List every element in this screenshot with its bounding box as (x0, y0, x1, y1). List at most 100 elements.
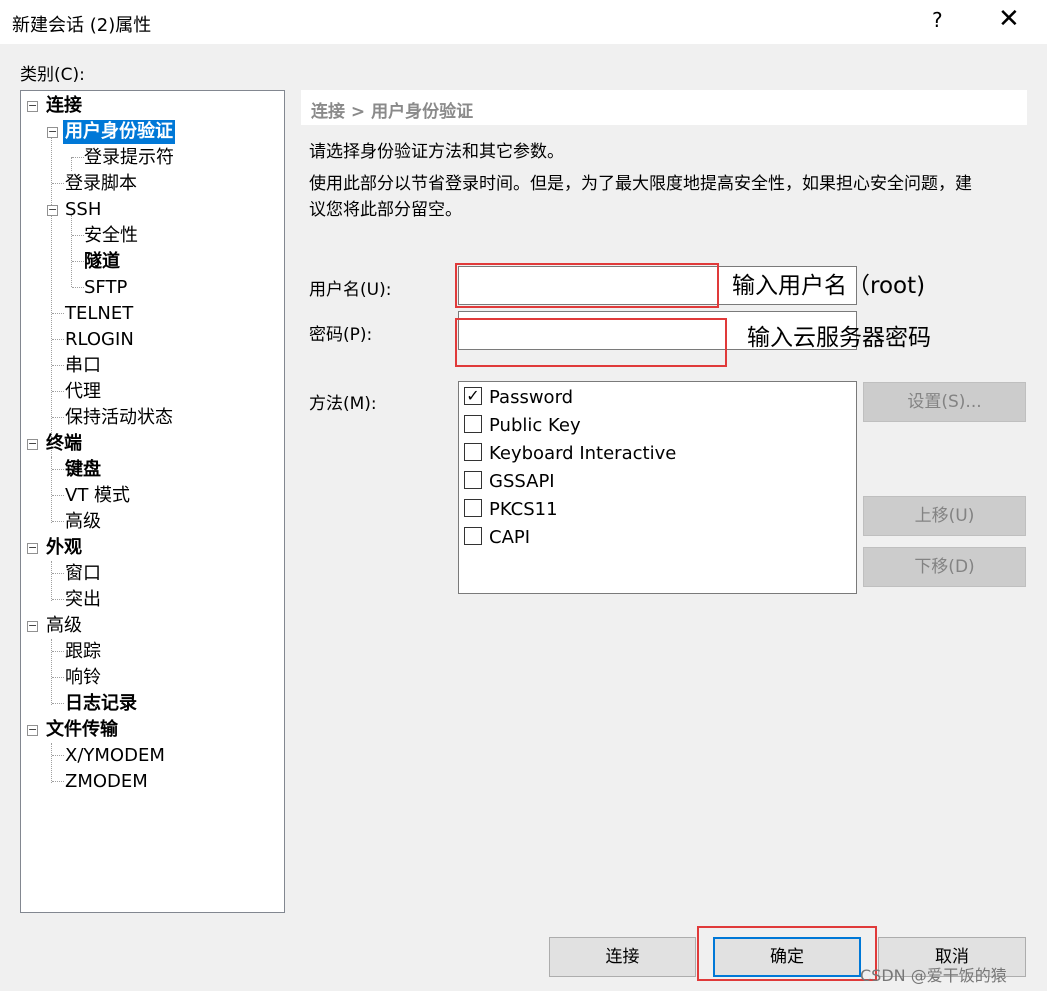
tree-item-security[interactable]: 安全性 (84, 224, 138, 248)
tree-item-bell[interactable]: 响铃 (65, 666, 101, 690)
method-label: Public Key (489, 415, 581, 436)
tree-line (72, 157, 84, 158)
tree-item-keyboard[interactable]: 键盘 (65, 458, 101, 482)
tree-line (71, 157, 72, 171)
tree-line (51, 743, 52, 783)
breadcrumb-bar: 连接 > 用户身份验证 (301, 90, 1027, 125)
tree-line (52, 391, 64, 392)
password-annotation: 输入云服务器密码 (747, 325, 931, 351)
category-tree[interactable]: − − − − − − − 连接 用户身份验证 登录提示符 登录脚本 SSH 安… (20, 90, 285, 913)
move-down-button[interactable]: 下移(D) (863, 547, 1026, 587)
tree-item-connection[interactable]: 连接 (46, 94, 82, 118)
connect-button[interactable]: 连接 (549, 937, 696, 977)
method-label: 方法(M): (309, 394, 377, 414)
tree-item-terminal[interactable]: 终端 (46, 432, 82, 456)
username-annotation: 输入用户名（root) (732, 273, 926, 299)
collapse-icon[interactable]: − (27, 724, 38, 736)
tree-line (52, 599, 64, 600)
tree-line (52, 469, 64, 470)
tree-line (52, 417, 64, 418)
tree-line (52, 365, 64, 366)
password-label: 密码(P): (309, 325, 373, 345)
tree-item-telnet[interactable]: TELNET (65, 302, 133, 326)
method-label: GSSAPI (489, 471, 555, 492)
tree-line (72, 235, 84, 236)
description-line-3: 议您将此部分留空。 (309, 200, 462, 220)
tree-item-zmodem[interactable]: ZMODEM (65, 770, 148, 794)
method-label: CAPI (489, 527, 531, 548)
tree-item-file-transfer[interactable]: 文件传输 (46, 718, 118, 742)
tree-line (52, 313, 64, 314)
method-list[interactable]: ✓ Password Public Key Keyboard Interactiv… (458, 381, 857, 594)
tree-line (52, 339, 64, 340)
description-line-2: 使用此部分以节省登录时间。但是，为了最大限度地提高安全性，如果担心安全问题，建 (309, 174, 972, 194)
settings-button[interactable]: 设置(S)... (863, 382, 1026, 422)
tree-line (52, 781, 64, 782)
tree-line (72, 261, 84, 262)
category-label: 类别(C): (20, 65, 85, 85)
tree-line (52, 573, 64, 574)
password-highlight (455, 318, 727, 367)
tree-item-login-prompt[interactable]: 登录提示符 (84, 146, 174, 170)
checkbox-icon[interactable] (464, 471, 482, 489)
tree-line (51, 133, 52, 457)
collapse-icon[interactable]: − (27, 438, 38, 450)
collapse-icon[interactable]: − (47, 204, 58, 216)
move-up-button[interactable]: 上移(U) (863, 496, 1026, 536)
method-public-key[interactable]: Public Key (464, 412, 581, 440)
tree-item-sftp[interactable]: SFTP (84, 276, 127, 300)
tree-line (52, 495, 64, 496)
tree-line (52, 677, 64, 678)
tree-item-appearance[interactable]: 外观 (46, 536, 82, 560)
tree-item-proxy[interactable]: 代理 (65, 380, 101, 404)
tree-line (52, 703, 64, 704)
method-capi[interactable]: CAPI (464, 524, 530, 552)
tree-item-user-auth[interactable]: 用户身份验证 (63, 120, 175, 144)
tree-item-advanced[interactable]: 高级 (46, 614, 82, 638)
help-button[interactable]: ? (932, 8, 943, 32)
tree-item-window[interactable]: 窗口 (65, 562, 101, 586)
tree-line (72, 287, 84, 288)
tree-item-highlight[interactable]: 突出 (65, 588, 101, 612)
tree-item-ssh[interactable]: SSH (65, 198, 101, 222)
tree-line (51, 457, 52, 523)
tree-item-trace[interactable]: 跟踪 (65, 640, 101, 664)
close-icon[interactable]: ✕ (998, 4, 1020, 34)
tree-item-tunnel[interactable]: 隧道 (84, 250, 120, 274)
collapse-icon[interactable]: − (27, 100, 38, 112)
title-bar: 新建会话 (2)属性 ? ✕ (0, 0, 1047, 44)
collapse-icon[interactable]: − (27, 620, 38, 632)
checkbox-icon[interactable] (464, 443, 482, 461)
breadcrumb: 连接 > 用户身份验证 (311, 102, 474, 122)
method-password[interactable]: ✓ Password (464, 384, 573, 412)
checkbox-icon[interactable] (464, 499, 482, 517)
tree-line (52, 521, 64, 522)
description-line-1: 请选择身份验证方法和其它参数。 (309, 142, 564, 162)
tree-line (51, 639, 52, 705)
tree-item-terminal-advanced[interactable]: 高级 (65, 510, 101, 534)
checkbox-checked-icon[interactable]: ✓ (464, 387, 482, 405)
tree-item-login-script[interactable]: 登录脚本 (65, 172, 137, 196)
method-gssapi[interactable]: GSSAPI (464, 468, 555, 496)
tree-item-keepalive[interactable]: 保持活动状态 (65, 406, 173, 430)
tree-item-vt-mode[interactable]: VT 模式 (65, 484, 130, 508)
tree-line (71, 215, 72, 287)
tree-item-serial[interactable]: 串口 (65, 354, 101, 378)
tree-line (52, 755, 64, 756)
collapse-icon[interactable]: − (27, 542, 38, 554)
method-pkcs11[interactable]: PKCS11 (464, 496, 558, 524)
collapse-icon[interactable]: − (47, 126, 58, 138)
checkbox-icon[interactable] (464, 527, 482, 545)
method-keyboard-interactive[interactable]: Keyboard Interactive (464, 440, 676, 468)
method-label: Password (489, 387, 574, 408)
tree-line (52, 651, 64, 652)
tree-item-xymodem[interactable]: X/YMODEM (65, 744, 165, 768)
checkbox-icon[interactable] (464, 415, 482, 433)
tree-item-rlogin[interactable]: RLOGIN (65, 328, 134, 352)
watermark: CSDN @爱干饭的猿 (860, 966, 1007, 985)
tree-line (52, 183, 64, 184)
username-label: 用户名(U): (309, 280, 392, 300)
tree-line (51, 561, 52, 601)
username-highlight (455, 263, 719, 308)
tree-item-logging[interactable]: 日志记录 (65, 692, 137, 716)
